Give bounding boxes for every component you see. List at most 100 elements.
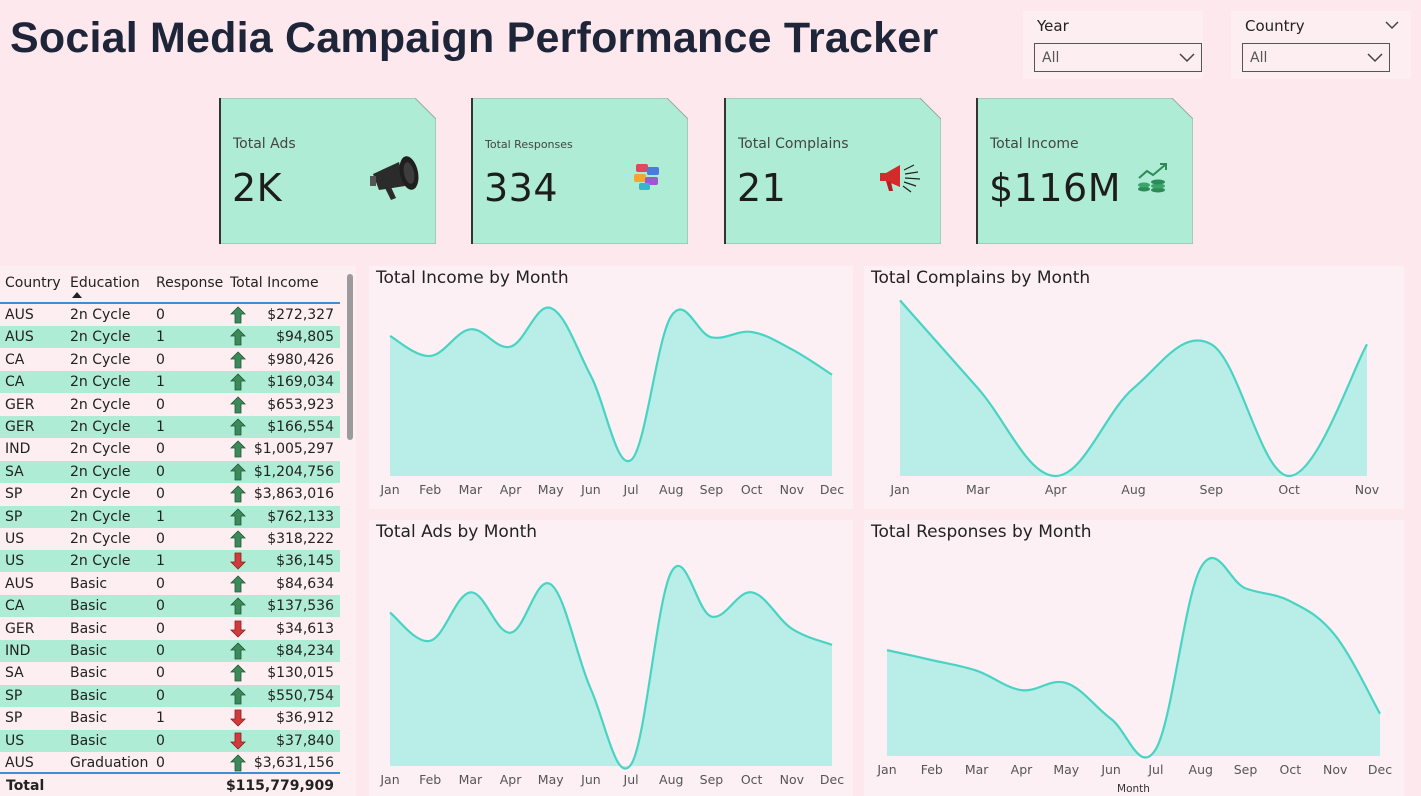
table-row[interactable]: AUS 2n Cycle 1 $94,805 xyxy=(0,326,340,349)
chevron-down-icon[interactable] xyxy=(1385,21,1399,30)
cell-total-income: $169,034 xyxy=(267,374,334,391)
cell-education: 2n Cycle xyxy=(70,351,131,368)
cell-country: AUS xyxy=(5,307,34,323)
x-tick-label: Jan xyxy=(379,482,399,497)
x-tick-label: Sep xyxy=(1200,482,1224,497)
table-row[interactable]: CA 2n Cycle 0 $980,426 xyxy=(0,349,340,371)
cell-country: CA xyxy=(5,598,25,615)
table-row[interactable]: US Basic 0 $37,840 xyxy=(0,729,340,752)
column-header-response[interactable]: Response xyxy=(156,275,223,291)
cell-country: SP xyxy=(5,508,23,525)
cell-country: AUS xyxy=(5,329,34,346)
table-row[interactable]: AUS Graduation 0 $3,631,156 xyxy=(0,752,340,774)
cell-country: IND xyxy=(5,643,31,659)
table-total-row: Total $115,779,909 xyxy=(0,772,340,796)
chart-plot: Jan Feb Mar Apr May Jun Jul Aug Sep Oct Nov Dec Mont… xyxy=(876,557,1392,795)
cell-country: IND xyxy=(5,441,31,458)
table-row[interactable]: SP 2n Cycle 1 $762,133 xyxy=(0,505,340,528)
cell-total-income: $137,536 xyxy=(267,598,334,615)
cell-response: 1 xyxy=(156,710,165,727)
table-row[interactable]: CA 2n Cycle 1 $169,034 xyxy=(0,371,340,394)
cell-total-income: $550,754 xyxy=(267,687,334,704)
year-slicer-label: Year xyxy=(1037,17,1069,35)
arrow-up-icon xyxy=(229,418,247,440)
cell-education: Basic xyxy=(70,575,108,592)
responses-by-month-chart: Jan Feb Mar Apr May Jun Jul Aug Sep Oct Nov Dec Mont… xyxy=(864,520,1404,796)
table-row[interactable]: IND Basic 0 $84,234 xyxy=(0,640,340,662)
money-growth-icon xyxy=(1138,163,1167,193)
country-dropdown[interactable]: All xyxy=(1242,43,1390,72)
table-row[interactable]: AUS Basic 0 $84,634 xyxy=(0,573,340,595)
x-tick-label: Jun xyxy=(580,482,601,497)
table-row[interactable]: SP 2n Cycle 0 $3,863,016 xyxy=(0,483,340,505)
kpi-value: 2K xyxy=(232,166,283,210)
chart-title: Total Income by Month xyxy=(376,268,569,288)
kpi-label: Total Income xyxy=(990,136,1079,152)
x-tick-label: May xyxy=(538,482,564,497)
x-tick-label: Dec xyxy=(1368,762,1392,777)
cell-country: GER xyxy=(5,419,35,435)
cell-total-income: $94,805 xyxy=(276,329,334,346)
table-row[interactable]: US 2n Cycle 0 $318,222 xyxy=(0,528,340,550)
x-tick-label: Jun xyxy=(580,772,601,787)
cell-education: 2n Cycle xyxy=(70,441,131,458)
table-row[interactable]: SA Basic 0 $130,015 xyxy=(0,662,340,684)
country-dropdown-value: All xyxy=(1250,50,1268,66)
x-tick-label: Aug xyxy=(1121,482,1145,497)
table-row[interactable]: SA 2n Cycle 0 $1,204,756 xyxy=(0,460,340,483)
table-row[interactable]: IND 2n Cycle 0 $1,005,297 xyxy=(0,438,340,460)
kpi-card-total-income: Total Income $116M xyxy=(976,98,1193,244)
table-row[interactable]: CA Basic 0 $137,536 xyxy=(0,595,340,619)
kpi-value: 334 xyxy=(484,166,559,210)
x-tick-label: Feb xyxy=(419,772,441,787)
complains-by-month-chart: Jan Mar Apr Aug Sep Oct Nov Total Complains by… xyxy=(864,266,1404,509)
cell-total-income: $272,327 xyxy=(267,307,334,323)
x-tick-label: Dec xyxy=(820,772,844,787)
cell-education: Basic xyxy=(70,643,108,659)
arrow-up-icon xyxy=(229,396,247,418)
cell-response: 0 xyxy=(156,575,165,592)
table-scrollbar[interactable] xyxy=(347,274,353,440)
year-dropdown[interactable]: All xyxy=(1034,43,1202,72)
cell-total-income: $84,634 xyxy=(276,575,334,592)
cell-country: US xyxy=(5,531,25,547)
cell-response: 0 xyxy=(156,665,165,682)
table-row[interactable]: GER 2n Cycle 1 $166,554 xyxy=(0,416,340,438)
arrow-up-icon xyxy=(229,664,247,686)
cell-education: 2n Cycle xyxy=(70,486,131,503)
arrow-up-icon xyxy=(229,597,247,619)
table-row[interactable]: GER 2n Cycle 0 $653,923 xyxy=(0,394,340,416)
megaphone-icon xyxy=(370,156,419,200)
x-tick-label: Jan xyxy=(889,482,909,497)
x-tick-label: Feb xyxy=(419,482,441,497)
arrow-up-icon xyxy=(229,575,247,597)
cell-country: SA xyxy=(5,463,24,480)
column-header-education[interactable]: Education xyxy=(70,275,140,291)
country-slicer-label: Country xyxy=(1245,17,1305,35)
kpi-card-total-complains: Total Complains 21 xyxy=(724,98,941,244)
column-header-total-income[interactable]: Total Income xyxy=(230,275,319,291)
cell-response: 1 xyxy=(156,508,165,525)
cell-country: SP xyxy=(5,710,23,727)
x-tick-label: Sep xyxy=(700,772,724,787)
cell-country: GER xyxy=(5,620,35,637)
chart-plot: Jan Feb Mar Apr May Jun Jul Aug Sep Oct Nov Dec xyxy=(379,306,844,497)
x-tick-label: May xyxy=(538,772,564,787)
cell-response: 0 xyxy=(156,486,165,503)
cell-country: GER xyxy=(5,396,35,413)
cell-education: 2n Cycle xyxy=(70,419,131,435)
table-row[interactable]: SP Basic 1 $36,912 xyxy=(0,707,340,729)
table-row[interactable]: GER Basic 0 $34,613 xyxy=(0,618,340,640)
income-table: Country Education Response Total Income … xyxy=(0,266,356,796)
area-fill xyxy=(390,307,832,476)
column-header-country[interactable]: Country xyxy=(5,275,61,291)
x-tick-label: Dec xyxy=(820,482,844,497)
chart-plot: Jan Feb Mar Apr May Jun Jul Aug Sep Oct Nov Dec xyxy=(379,564,844,787)
year-dropdown-value: All xyxy=(1042,50,1060,66)
arrow-down-icon xyxy=(229,620,247,642)
table-row[interactable]: SP Basic 0 $550,754 xyxy=(0,684,340,707)
cell-total-income: $3,863,016 xyxy=(253,486,334,503)
table-row[interactable]: AUS 2n Cycle 0 $272,327 xyxy=(0,304,340,326)
cell-total-income: $166,554 xyxy=(267,419,334,435)
table-row[interactable]: US 2n Cycle 1 $36,145 xyxy=(0,550,340,573)
